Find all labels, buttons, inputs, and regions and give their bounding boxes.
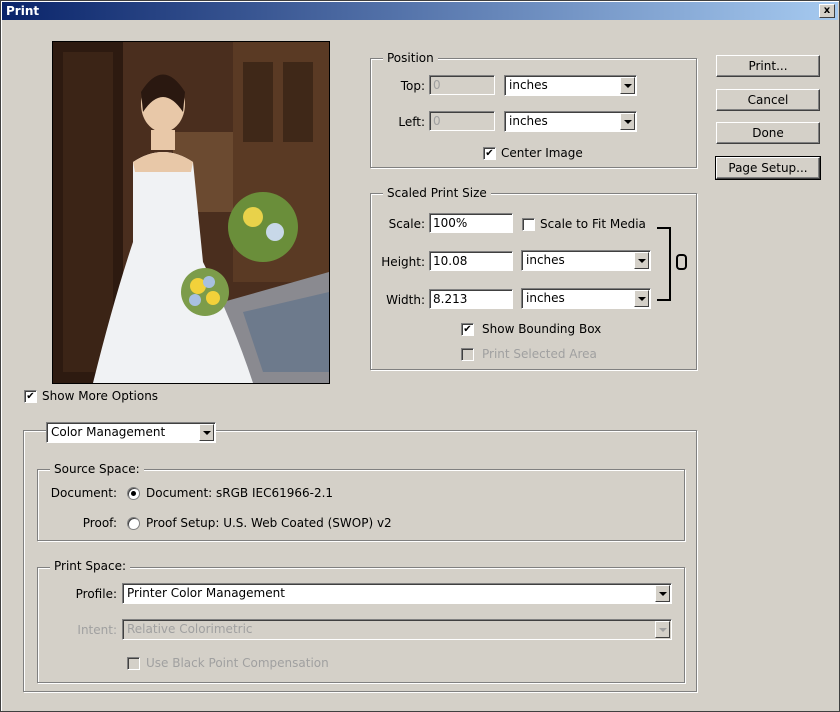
photo-preview-icon — [53, 42, 329, 383]
profile-label: Profile: — [75, 587, 117, 601]
cancel-button[interactable]: Cancel — [716, 89, 820, 111]
source-space-legend: Source Space: — [50, 462, 144, 476]
height-unit-select[interactable]: inches — [521, 250, 651, 271]
scale-input[interactable]: 100% — [429, 213, 513, 233]
print-space-legend: Print Space: — [50, 559, 131, 573]
proportion-link-bracket — [657, 227, 671, 301]
title-bar[interactable]: Print x — [2, 2, 838, 20]
chevron-down-icon[interactable] — [655, 621, 670, 638]
width-label: Width: — [386, 293, 425, 307]
document-option-label[interactable]: Document: sRGB IEC61966-2.1 — [146, 486, 333, 500]
chevron-down-icon[interactable] — [199, 424, 214, 441]
show-more-options-label[interactable]: Show More Options — [42, 389, 158, 403]
profile-select[interactable]: Printer Color Management — [122, 583, 672, 604]
chevron-down-icon[interactable] — [620, 77, 635, 94]
top-label: Top: — [400, 79, 425, 93]
window-title: Print — [6, 4, 40, 18]
print-button[interactable]: Print... — [716, 55, 820, 77]
page-setup-button[interactable]: Page Setup... — [715, 156, 821, 180]
print-preview-image — [52, 41, 330, 384]
scale-label: Scale: — [388, 217, 425, 231]
left-input[interactable]: 0 — [429, 111, 495, 131]
chevron-down-icon[interactable] — [620, 113, 635, 130]
black-point-compensation-label[interactable]: Use Black Point Compensation — [146, 656, 329, 670]
print-selected-area-label[interactable]: Print Selected Area — [482, 347, 597, 361]
width-input[interactable]: 8.213 — [429, 289, 513, 309]
scale-to-fit-label[interactable]: Scale to Fit Media — [540, 217, 646, 231]
source-space-group — [37, 469, 685, 541]
proof-label: Proof: — [82, 516, 117, 530]
document-label: Document: — [50, 486, 117, 500]
width-unit-select[interactable]: inches — [521, 288, 651, 309]
scaled-print-size-legend: Scaled Print Size — [383, 186, 491, 200]
chevron-down-icon[interactable] — [634, 290, 649, 307]
intent-label: Intent: — [77, 623, 117, 637]
height-label: Height: — [381, 255, 425, 269]
color-management-select[interactable]: Color Management — [46, 422, 216, 443]
document-radio[interactable] — [127, 487, 140, 500]
height-input[interactable]: 10.08 — [429, 251, 513, 271]
intent-value: Relative Colorimetric — [127, 622, 253, 636]
black-point-compensation-checkbox[interactable] — [127, 657, 140, 670]
top-unit-select[interactable]: inches — [504, 75, 637, 96]
done-button[interactable]: Done — [716, 122, 820, 144]
width-unit-value: inches — [526, 291, 565, 305]
center-image-checkbox[interactable]: ✔ — [483, 147, 496, 160]
top-input[interactable]: 0 — [429, 75, 495, 95]
position-legend: Position — [383, 51, 438, 65]
show-bounding-box-label[interactable]: Show Bounding Box — [482, 322, 601, 336]
chevron-down-icon[interactable] — [655, 585, 670, 602]
intent-select[interactable]: Relative Colorimetric — [122, 619, 672, 640]
left-unit-value: inches — [509, 114, 548, 128]
print-selected-area-checkbox[interactable] — [461, 348, 474, 361]
top-unit-value: inches — [509, 78, 548, 92]
proof-option-label[interactable]: Proof Setup: U.S. Web Coated (SWOP) v2 — [146, 516, 392, 530]
close-icon: x — [823, 5, 831, 16]
center-image-label[interactable]: Center Image — [501, 146, 583, 160]
link-icon[interactable] — [676, 254, 687, 270]
show-more-options-checkbox[interactable]: ✔ — [24, 390, 37, 403]
proof-radio[interactable] — [127, 517, 140, 530]
chevron-down-icon[interactable] — [634, 252, 649, 269]
left-unit-select[interactable]: inches — [504, 111, 637, 132]
close-button[interactable]: x — [819, 4, 835, 18]
print-dialog: Print x Position Top: 0 inches Left: 0 i… — [0, 0, 840, 712]
scale-to-fit-checkbox[interactable] — [522, 218, 535, 231]
height-unit-value: inches — [526, 253, 565, 267]
show-bounding-box-checkbox[interactable]: ✔ — [461, 323, 474, 336]
profile-value: Printer Color Management — [127, 586, 285, 600]
color-management-value: Color Management — [51, 425, 166, 439]
left-label: Left: — [398, 115, 425, 129]
